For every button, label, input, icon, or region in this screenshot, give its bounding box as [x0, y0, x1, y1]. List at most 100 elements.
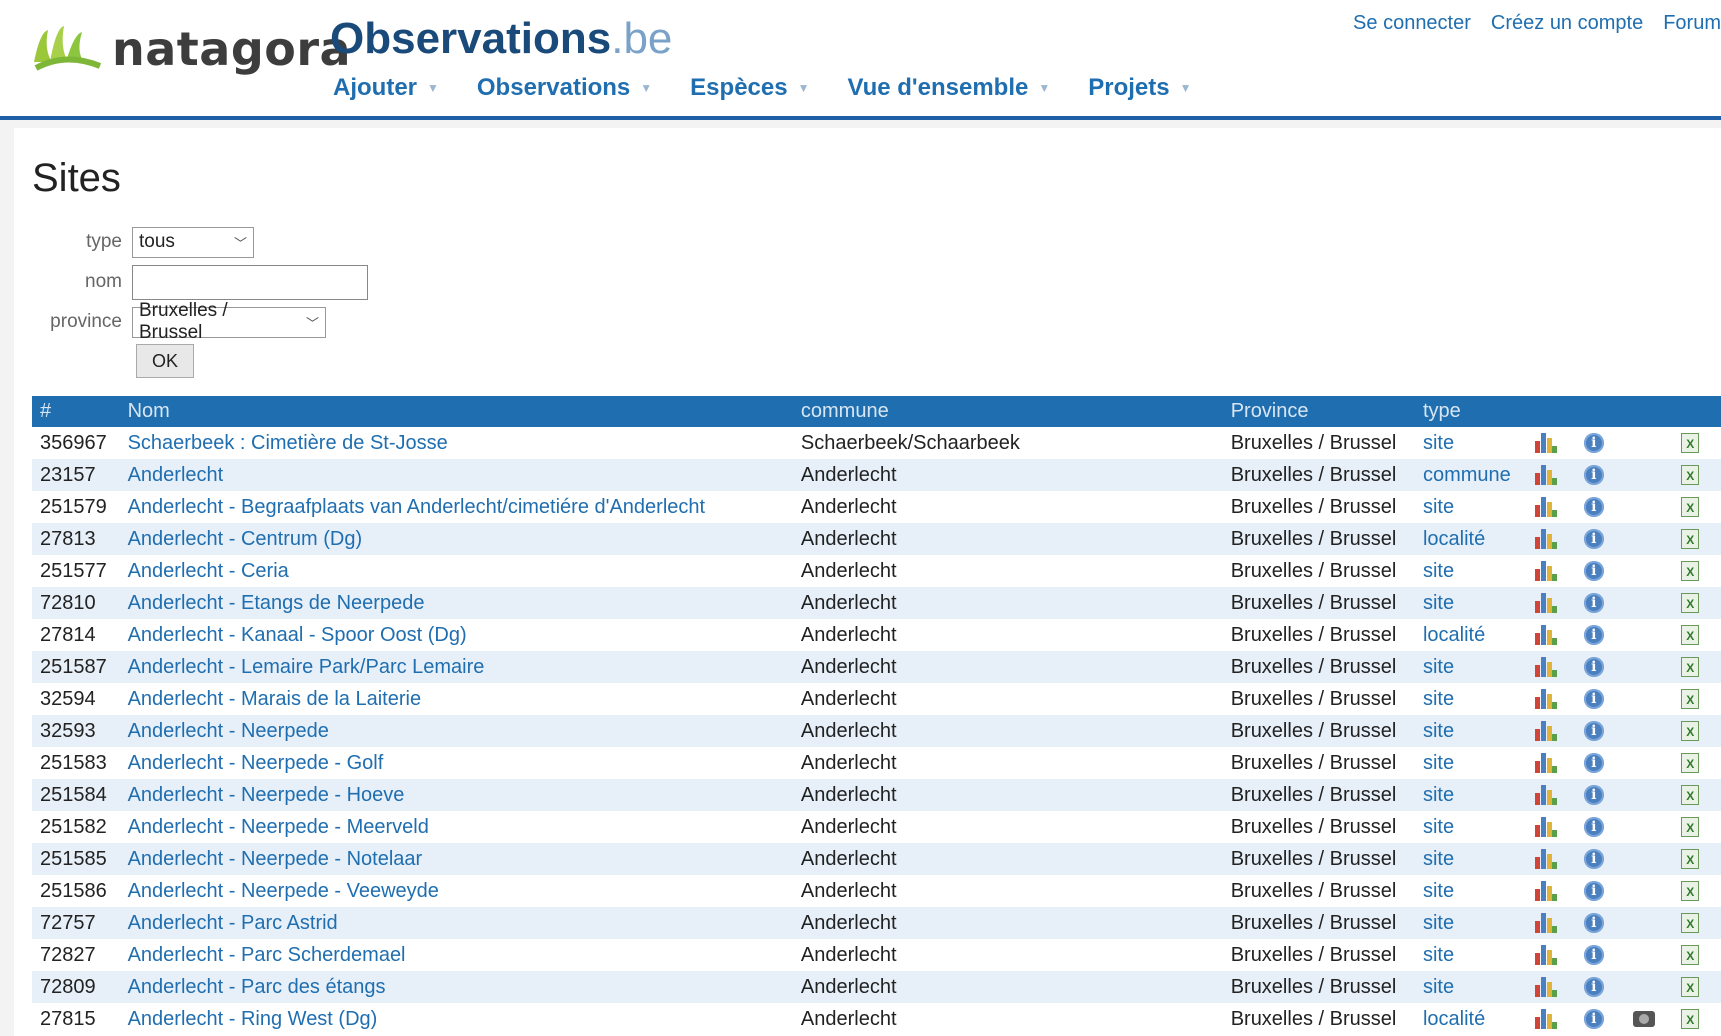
info-icon[interactable]: i [1583, 529, 1604, 550]
bar-chart-icon[interactable] [1535, 753, 1558, 774]
bar-chart-icon[interactable] [1535, 657, 1558, 678]
excel-icon[interactable]: X [1681, 849, 1700, 870]
site-name-link[interactable]: Anderlecht - Begraafplaats van Anderlech… [128, 496, 705, 518]
login-link[interactable]: Se connecter [1353, 12, 1471, 35]
site-name-link[interactable]: Anderlecht - Neerpede - Hoeve [128, 784, 405, 806]
info-icon[interactable]: i [1583, 497, 1604, 518]
site-type-link[interactable]: site [1423, 880, 1454, 902]
bar-chart-icon[interactable] [1535, 497, 1558, 518]
nav-item-vue-ensemble[interactable]: Vue d'ensemble ▼ [847, 74, 1050, 102]
bar-chart-icon[interactable] [1535, 529, 1558, 550]
excel-icon[interactable]: X [1681, 625, 1700, 646]
forum-link[interactable]: Forum [1663, 12, 1721, 35]
province-select[interactable]: Bruxelles / Brussel ﹀ [132, 300, 326, 343]
bar-chart-icon[interactable] [1535, 817, 1558, 838]
register-link[interactable]: Créez un compte [1491, 12, 1643, 35]
info-icon[interactable]: i [1583, 913, 1604, 934]
site-name-link[interactable]: Anderlecht - Ring West (Dg) [128, 1008, 378, 1030]
bar-chart-icon[interactable] [1535, 785, 1558, 806]
site-type-link[interactable]: commune [1423, 464, 1511, 486]
site-type-link[interactable]: site [1423, 752, 1454, 774]
bar-chart-icon[interactable] [1535, 721, 1558, 742]
info-icon[interactable]: i [1583, 465, 1604, 486]
info-icon[interactable]: i [1583, 561, 1604, 582]
bar-chart-icon[interactable] [1535, 465, 1558, 486]
bar-chart-icon[interactable] [1535, 913, 1558, 934]
site-type-link[interactable]: localité [1423, 624, 1485, 646]
site-type-link[interactable]: localité [1423, 528, 1485, 550]
site-type-link[interactable]: site [1423, 944, 1454, 966]
info-icon[interactable]: i [1583, 593, 1604, 614]
excel-icon[interactable]: X [1681, 593, 1700, 614]
bar-chart-icon[interactable] [1535, 977, 1558, 998]
site-name-link[interactable]: Anderlecht - Parc des étangs [128, 976, 386, 998]
site-name-link[interactable]: Anderlecht - Neerpede - Notelaar [128, 848, 423, 870]
nav-item-projets[interactable]: Projets ▼ [1088, 74, 1191, 102]
excel-icon[interactable]: X [1681, 657, 1700, 678]
natagora-logo[interactable]: natagora [30, 22, 351, 76]
site-title[interactable]: Observations.be [330, 14, 672, 64]
excel-icon[interactable]: X [1681, 433, 1700, 454]
site-name-link[interactable]: Anderlecht - Parc Scherdemael [128, 944, 406, 966]
name-input[interactable] [132, 264, 368, 300]
site-type-link[interactable]: site [1423, 784, 1454, 806]
excel-icon[interactable]: X [1681, 753, 1700, 774]
site-type-link[interactable]: site [1423, 720, 1454, 742]
site-type-link[interactable]: site [1423, 688, 1454, 710]
site-type-link[interactable]: site [1423, 560, 1454, 582]
excel-icon[interactable]: X [1681, 977, 1700, 998]
info-icon[interactable]: i [1583, 881, 1604, 902]
info-icon[interactable]: i [1583, 433, 1604, 454]
site-name-link[interactable]: Anderlecht - Neerpede [128, 720, 329, 742]
excel-icon[interactable]: X [1681, 721, 1700, 742]
site-type-link[interactable]: site [1423, 816, 1454, 838]
site-type-link[interactable]: localité [1423, 1008, 1485, 1030]
site-name-link[interactable]: Schaerbeek : Cimetière de St-Josse [128, 432, 448, 454]
excel-icon[interactable]: X [1681, 561, 1700, 582]
info-icon[interactable]: i [1583, 721, 1604, 742]
bar-chart-icon[interactable] [1535, 689, 1558, 710]
nav-item-especes[interactable]: Espèces ▼ [690, 74, 809, 102]
nav-item-observations[interactable]: Observations ▼ [477, 74, 652, 102]
excel-icon[interactable]: X [1681, 497, 1700, 518]
excel-icon[interactable]: X [1681, 881, 1700, 902]
excel-icon[interactable]: X [1681, 817, 1700, 838]
camera-icon[interactable] [1632, 1011, 1655, 1028]
bar-chart-icon[interactable] [1535, 1009, 1558, 1030]
bar-chart-icon[interactable] [1535, 881, 1558, 902]
site-name-link[interactable]: Anderlecht - Kanaal - Spoor Oost (Dg) [128, 624, 467, 646]
site-type-link[interactable]: site [1423, 592, 1454, 614]
site-type-link[interactable]: site [1423, 976, 1454, 998]
site-name-link[interactable]: Anderlecht - Marais de la Laiterie [128, 688, 421, 710]
excel-icon[interactable]: X [1681, 945, 1700, 966]
site-name-link[interactable]: Anderlecht - Etangs de Neerpede [128, 592, 425, 614]
bar-chart-icon[interactable] [1535, 945, 1558, 966]
info-icon[interactable]: i [1583, 1009, 1604, 1030]
nav-item-ajouter[interactable]: Ajouter ▼ [333, 74, 439, 102]
site-name-link[interactable]: Anderlecht - Centrum (Dg) [128, 528, 363, 550]
bar-chart-icon[interactable] [1535, 561, 1558, 582]
site-type-link[interactable]: site [1423, 912, 1454, 934]
info-icon[interactable]: i [1583, 785, 1604, 806]
site-type-link[interactable]: site [1423, 848, 1454, 870]
site-name-link[interactable]: Anderlecht - Ceria [128, 560, 289, 582]
ok-button[interactable]: OK [136, 344, 194, 378]
excel-icon[interactable]: X [1681, 1009, 1700, 1030]
info-icon[interactable]: i [1583, 945, 1604, 966]
bar-chart-icon[interactable] [1535, 593, 1558, 614]
site-type-link[interactable]: site [1423, 656, 1454, 678]
excel-icon[interactable]: X [1681, 529, 1700, 550]
excel-icon[interactable]: X [1681, 465, 1700, 486]
type-select[interactable]: tous ﹀ [132, 226, 254, 258]
site-type-link[interactable]: site [1423, 432, 1454, 454]
bar-chart-icon[interactable] [1535, 433, 1558, 454]
excel-icon[interactable]: X [1681, 913, 1700, 934]
bar-chart-icon[interactable] [1535, 625, 1558, 646]
site-name-link[interactable]: Anderlecht - Lemaire Park/Parc Lemaire [128, 656, 485, 678]
site-name-link[interactable]: Anderlecht - Neerpede - Meerveld [128, 816, 429, 838]
info-icon[interactable]: i [1583, 625, 1604, 646]
site-name-link[interactable]: Anderlecht [128, 464, 224, 486]
info-icon[interactable]: i [1583, 689, 1604, 710]
site-name-link[interactable]: Anderlecht - Neerpede - Golf [128, 752, 384, 774]
excel-icon[interactable]: X [1681, 689, 1700, 710]
